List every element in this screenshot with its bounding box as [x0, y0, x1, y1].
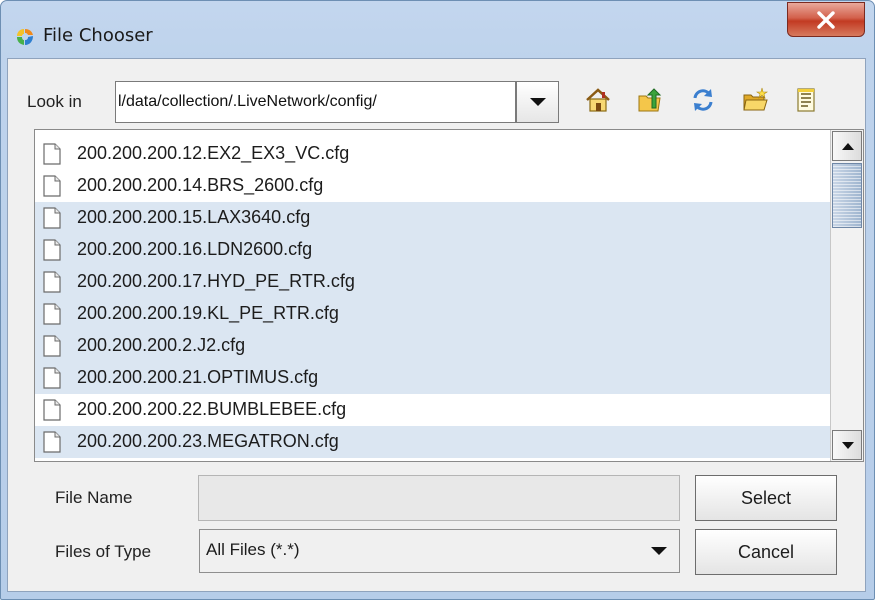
arrow-down-icon — [842, 442, 854, 449]
file-icon — [43, 431, 61, 453]
file-icon — [43, 271, 61, 293]
list-item[interactable]: 200.200.200.23.MEGATRON.cfg — [35, 426, 830, 458]
file-name: 200.200.200.14.BRS_2600.cfg — [77, 175, 324, 195]
refresh-icon[interactable] — [689, 86, 717, 114]
list-item[interactable]: 200.200.200.14.BRS_2600.cfg — [35, 170, 830, 202]
file-name: 200.200.200.22.BUMBLEBEE.cfg — [77, 399, 347, 419]
file-name: 200.200.200.2.J2.cfg — [77, 335, 246, 355]
close-button[interactable] — [787, 2, 865, 37]
home-icon[interactable] — [584, 86, 612, 114]
file-icon — [43, 175, 61, 197]
new-folder-icon[interactable] — [741, 86, 769, 114]
window-title: File Chooser — [43, 25, 153, 46]
files-of-type-dropdown-button[interactable] — [640, 530, 680, 572]
file-name: 200.200.200.16.LDN2600.cfg — [77, 239, 313, 259]
list-item[interactable]: 200.200.200.16.LDN2600.cfg — [35, 234, 830, 266]
scroll-down-button[interactable] — [832, 430, 862, 460]
file-name: 200.200.200.17.HYD_PE_RTR.cfg — [77, 271, 355, 291]
list-item[interactable]: 200.200.200.19.KL_PE_RTR.cfg — [35, 298, 830, 330]
list-item[interactable]: 200.200.200.17.HYD_PE_RTR.cfg — [35, 266, 830, 298]
files-of-type-select[interactable]: All Files (*.*) — [199, 529, 680, 573]
select-button[interactable]: Select — [695, 475, 837, 521]
file-name: 200.200.200.12.EX2_EX3_VC.cfg — [77, 143, 350, 163]
scrollbar-thumb[interactable] — [832, 163, 862, 228]
file-name: 200.200.200.23.MEGATRON.cfg — [77, 431, 339, 451]
title-bar[interactable]: File Chooser — [1, 1, 874, 59]
file-name: 200.200.200.15.LAX3640.cfg — [77, 207, 311, 227]
arrow-up-icon — [842, 143, 854, 150]
list-item[interactable]: 200.200.200.2.J2.cfg — [35, 330, 830, 362]
file-icon — [43, 207, 61, 229]
up-folder-icon[interactable] — [636, 86, 664, 114]
file-list[interactable]: 200.200.200.23.MEGATRON.cfg 200.200.200.2… — [34, 129, 864, 462]
scroll-up-button[interactable] — [832, 131, 862, 161]
list-item[interactable]: 200.200.200.22.BUMBLEBEE.cfg — [35, 394, 830, 426]
file-icon — [43, 399, 61, 421]
file-name: 200.200.200.19.KL_PE_RTR.cfg — [77, 303, 339, 323]
look-in-label: Look in — [27, 92, 82, 111]
look-in-dropdown-button[interactable] — [516, 81, 559, 123]
app-logo-icon — [15, 27, 35, 47]
look-in-path[interactable]: l/data/collection/.LiveNetwork/config/ — [115, 81, 516, 123]
details-view-icon[interactable] — [792, 86, 820, 114]
list-item[interactable]: 200.200.200.21.OPTIMUS.cfg — [35, 362, 830, 394]
vertical-scrollbar[interactable] — [830, 130, 863, 461]
files-of-type-label: Files of Type — [55, 542, 152, 561]
file-icon — [43, 335, 61, 357]
list-item[interactable]: 200.200.200.15.LAX3640.cfg — [35, 202, 830, 234]
file-name-input[interactable] — [198, 475, 680, 521]
file-icon — [43, 239, 61, 261]
file-name: 200.200.200.21.OPTIMUS.cfg — [77, 367, 319, 387]
list-item[interactable]: 200.200.200.12.EX2_EX3_VC.cfg — [35, 138, 830, 170]
cancel-button[interactable]: Cancel — [695, 529, 837, 575]
file-icon — [43, 367, 61, 389]
chevron-down-icon — [530, 98, 546, 106]
file-icon — [43, 143, 61, 165]
chevron-down-icon — [651, 547, 667, 555]
file-name-label: File Name — [55, 488, 133, 507]
close-icon — [817, 11, 835, 29]
file-icon — [43, 303, 61, 325]
list-item-partial[interactable] — [35, 458, 830, 461]
files-of-type-value: All Files (*.*) — [206, 540, 300, 559]
